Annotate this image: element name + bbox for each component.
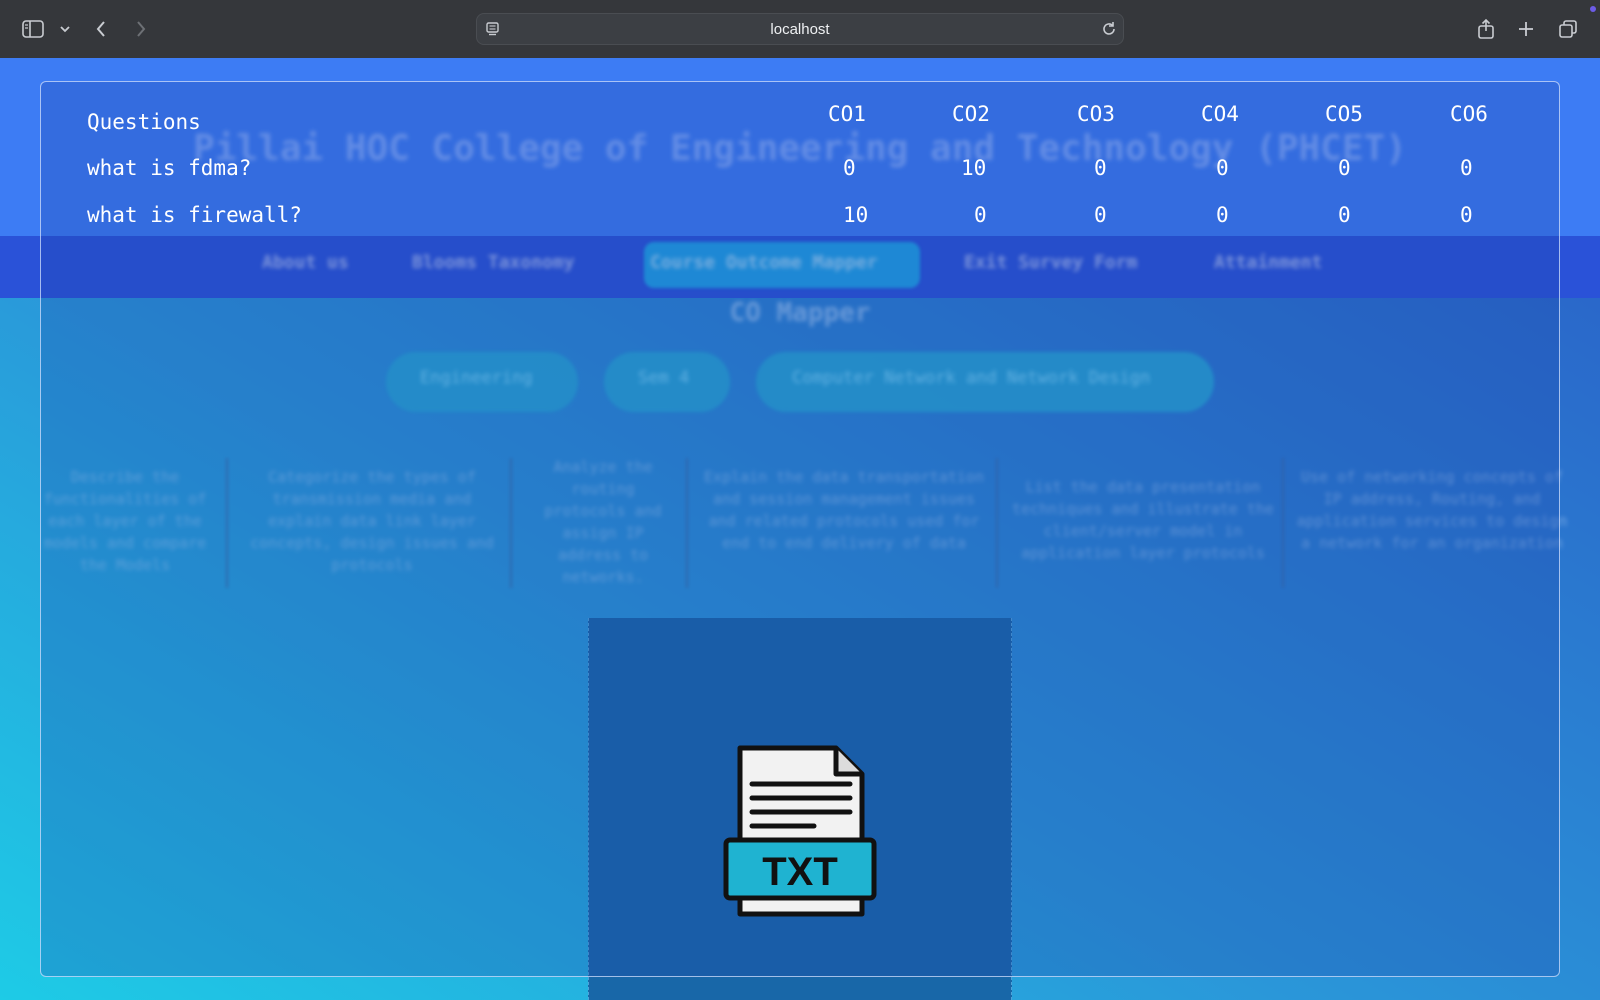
- new-tab-icon[interactable]: [1513, 16, 1539, 42]
- chevron-down-icon[interactable]: [52, 16, 78, 42]
- share-icon[interactable]: [1473, 16, 1499, 42]
- txt-label: TXT: [762, 850, 838, 894]
- co-value-cell: 0: [1094, 203, 1107, 227]
- tabs-icon[interactable]: [1555, 16, 1581, 42]
- browser-toolbar: localhost: [0, 0, 1600, 58]
- question-cell: what is firewall?: [87, 203, 302, 227]
- header-co3: CO3: [1077, 102, 1115, 126]
- sidebar-icon[interactable]: [20, 16, 46, 42]
- co-value-cell: 0: [1460, 203, 1473, 227]
- table-header-row: Questions CO1 CO2 CO3 CO4 CO5 CO6: [81, 102, 1541, 142]
- address-bar[interactable]: localhost: [476, 13, 1124, 45]
- table-row: what is firewall? 10 0 0 0 0 0: [81, 203, 1541, 243]
- co-value-cell: 10: [961, 156, 987, 180]
- header-co5: CO5: [1325, 102, 1363, 126]
- co-value-cell: 10: [843, 203, 869, 227]
- co-value-cell: 0: [843, 156, 856, 180]
- header-questions: Questions: [87, 110, 201, 134]
- co-value-cell: 0: [1460, 156, 1473, 180]
- notification-dot: [1590, 6, 1596, 12]
- co-value-cell: 0: [1338, 156, 1351, 180]
- co-value-cell: 0: [974, 203, 987, 227]
- co-value-cell: 0: [1216, 156, 1229, 180]
- header-co4: CO4: [1201, 102, 1239, 126]
- header-co6: CO6: [1450, 102, 1488, 126]
- url-text: localhost: [770, 21, 830, 38]
- txt-file-icon[interactable]: TXT: [722, 742, 878, 922]
- co-value-cell: 0: [1216, 203, 1229, 227]
- reload-icon[interactable]: [1099, 19, 1119, 44]
- co-value-cell: 0: [1338, 203, 1351, 227]
- forward-icon[interactable]: [128, 16, 154, 42]
- header-co1: CO1: [828, 102, 866, 126]
- header-co2: CO2: [952, 102, 990, 126]
- back-icon[interactable]: [88, 16, 114, 42]
- co-value-cell: 0: [1094, 156, 1107, 180]
- question-cell: what is fdma?: [87, 156, 252, 180]
- table-row: what is fdma? 0 10 0 0 0 0: [81, 156, 1541, 196]
